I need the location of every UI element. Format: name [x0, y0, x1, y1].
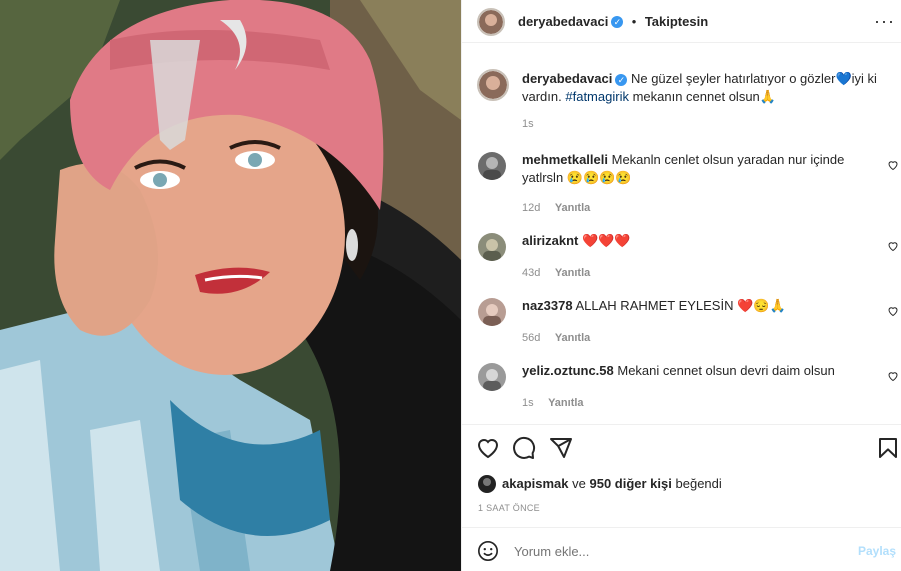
like-comment-icon[interactable] [887, 240, 899, 252]
caption-time: 1s [522, 118, 534, 130]
comment-emoji: ❤️❤️❤️ [581, 233, 631, 248]
comment-avatar[interactable] [478, 233, 506, 261]
reply-button[interactable]: Yanıtla [555, 202, 590, 214]
comment-icon[interactable] [512, 436, 536, 460]
comment-username[interactable]: alirizaknt [522, 233, 578, 248]
comment-meta: 43d Yanıtla [522, 263, 590, 281]
comment-time: 12d [522, 202, 541, 214]
comment-avatar[interactable] [478, 152, 506, 180]
comment-username[interactable]: mehmetkalleli [522, 152, 608, 167]
comment-body: alirizaknt ❤️❤️❤️ [522, 232, 862, 250]
comment-meta: 56d Yanıtla [522, 328, 590, 346]
post-sidebar: deryabedavaci ✓ • Takiptesin ··· deryabed… [461, 0, 901, 571]
emoji-icon[interactable] [477, 540, 499, 562]
avatar-image [483, 304, 501, 326]
post-comment-button[interactable]: Paylaş [858, 544, 896, 558]
comment-time: 56d [522, 332, 541, 344]
comment-form: Paylaş [462, 527, 901, 571]
avatar-image [483, 239, 501, 261]
avatar-image [479, 10, 503, 34]
portrait-image [0, 0, 461, 571]
follow-status[interactable]: Takiptesin [645, 14, 708, 29]
comment-text: Mekani cennet olsun devri daim olsun [617, 363, 835, 378]
share-icon[interactable] [549, 436, 573, 460]
comment-meta: 12d Yanıtla [522, 198, 590, 216]
bookmark-icon[interactable] [876, 436, 900, 460]
verified-icon: ✓ [615, 73, 628, 86]
liker-avatar[interactable] [478, 475, 496, 493]
caption: deryabedavaci ✓ Ne güzel şeyler hatırlatı… [522, 70, 882, 106]
comment-body: yeliz.oztunc.58 Mekani cennet olsun devr… [522, 362, 862, 380]
comment-body: mehmetkalleli Mekanln cenlet olsun yarad… [522, 151, 862, 187]
avatar-image [483, 369, 501, 391]
liker-username[interactable]: akapismak [502, 476, 569, 491]
avatar-image [479, 71, 507, 99]
comment-username[interactable]: naz3378 [522, 298, 573, 313]
author-avatar[interactable] [477, 8, 505, 36]
action-divider [462, 424, 901, 425]
more-options-icon[interactable]: ··· [874, 12, 895, 30]
post-header: deryabedavaci ✓ • Takiptesin ··· [462, 0, 901, 43]
reply-button[interactable]: Yanıtla [555, 332, 590, 344]
heart-icon[interactable] [476, 436, 500, 460]
comment-avatar[interactable] [478, 298, 506, 326]
comment-time: 43d [522, 267, 541, 279]
author-username[interactable]: deryabedavaci [518, 14, 608, 29]
likes-connector: ve [572, 476, 586, 491]
comment-input[interactable] [512, 540, 836, 562]
comment-time: 1s [522, 397, 534, 409]
like-comment-icon[interactable] [887, 159, 899, 171]
avatar-image [483, 478, 491, 486]
header-line: deryabedavaci ✓ • Takiptesin [518, 13, 708, 31]
caption-text-1: Ne güzel şeyler hatırlatıyor o gözler [630, 71, 836, 86]
caption-emoji-2: 🙏 [759, 89, 776, 104]
reply-button[interactable]: Yanıtla [555, 267, 590, 279]
post-timestamp: 1 SAAT ÖNCE [478, 503, 540, 513]
comment-emoji: 😢😢😢😢 [566, 170, 632, 185]
verified-icon: ✓ [611, 15, 624, 28]
caption-text-3: mekanın cennet olsun [632, 89, 760, 104]
like-comment-icon[interactable] [887, 305, 899, 317]
likes-suffix: beğendi [675, 476, 722, 491]
likes-line: akapismak ve 950 diğer kişi beğendi [502, 475, 722, 493]
caption-username[interactable]: deryabedavaci [522, 71, 612, 86]
post-photo[interactable] [0, 0, 461, 571]
comment-meta: 1s Yanıtla [522, 393, 584, 411]
comment-emoji: ❤️😔🙏 [737, 298, 786, 313]
like-comment-icon[interactable] [887, 370, 899, 382]
comment-avatar[interactable] [478, 363, 506, 391]
dot-separator: • [631, 14, 637, 29]
comment-body: naz3378 ALLAH RAHMET EYLESİN ❤️😔🙏 [522, 297, 862, 315]
reply-button[interactable]: Yanıtla [548, 397, 583, 409]
avatar-image [483, 157, 501, 180]
likes-others[interactable]: 950 diğer kişi [589, 476, 671, 491]
caption-emoji-1: 💙 [835, 71, 852, 86]
comment-username[interactable]: yeliz.oztunc.58 [522, 363, 614, 378]
caption-avatar[interactable] [477, 69, 509, 101]
hashtag-link[interactable]: #fatmagirik [565, 89, 629, 104]
comment-text: ALLAH RAHMET EYLESİN [575, 298, 734, 313]
